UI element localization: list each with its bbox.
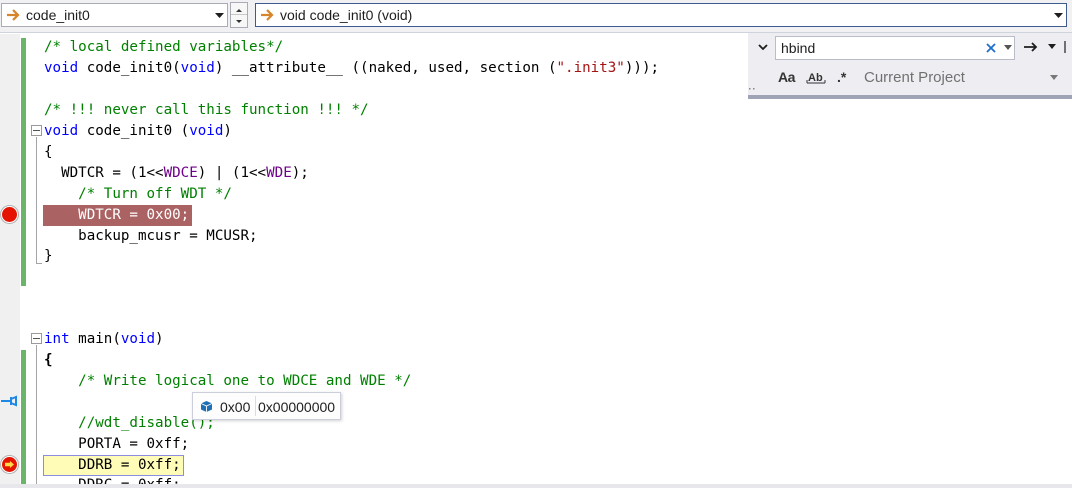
code-line-17[interactable]: { (44, 350, 53, 371)
collapse-main-toggle[interactable] (31, 333, 42, 344)
pin-icon[interactable] (0, 394, 18, 408)
breakpoint-current-icon[interactable] (1, 456, 18, 473)
outline-guide-end (36, 263, 42, 264)
find-widget: Aa Ab .* Current Project (748, 33, 1072, 99)
outline-guide (36, 137, 37, 263)
datatip-value[interactable]: 0x00000000 (258, 399, 335, 415)
caret-down-icon (236, 20, 242, 23)
find-next-arrow-icon[interactable] (1023, 41, 1039, 53)
comment: /* local defined variables*/ (44, 39, 284, 55)
chevron-down-icon (215, 13, 224, 18)
collapse-code_init0-toggle[interactable] (31, 125, 42, 136)
code-text: main( (69, 331, 121, 347)
datatip-separator (255, 396, 256, 416)
find-input-box[interactable] (775, 36, 1015, 60)
scope-dropdown-label: code_init0 (26, 7, 90, 23)
code-text: WDTCR = 0x00; (44, 207, 190, 223)
code-text: PORTA = 0xff; (44, 436, 190, 452)
keyword: void (120, 331, 156, 347)
code-line-6[interactable]: { (44, 142, 53, 163)
comment: /* Turn off WDT */ (44, 186, 232, 202)
comment: //wdt_disable(); (44, 415, 215, 431)
code-text: WDTCR = (1<< (44, 165, 164, 181)
outline-guide (36, 345, 37, 488)
glyph-margin[interactable] (0, 34, 20, 488)
keyword: void (189, 123, 224, 139)
code-text: ) __attribute__ ((naked, used, section ( (214, 60, 557, 76)
string-literal: ".init3" (556, 60, 625, 76)
code-line-18[interactable]: /* Write logical one to WDCE and WDE */ (44, 371, 411, 392)
clear-icon[interactable] (984, 41, 998, 55)
datatip-name: 0x00 (220, 399, 251, 415)
member-dropdown[interactable]: void code_init0 (void) (255, 3, 1067, 27)
code-line-11[interactable]: } (44, 246, 53, 267)
code-line-9[interactable]: WDTCR = 0x00; (44, 205, 189, 226)
code-line-7[interactable]: WDTCR = (1<<WDCE) | (1<<WDE); (44, 163, 309, 184)
identifier: code_init0( (78, 60, 181, 76)
macro: WDE (266, 165, 292, 181)
scope-dropdown[interactable]: code_init0 (1, 3, 228, 27)
keyword: void (180, 60, 215, 76)
change-bar (21, 350, 26, 488)
code-text: ) (223, 123, 232, 139)
overflow-icon[interactable] (1061, 39, 1069, 55)
code-line-21[interactable]: PORTA = 0xff; (44, 434, 189, 455)
code-text: code_init0 ( (78, 123, 190, 139)
code-text: ); (291, 165, 309, 181)
debugger-datatip[interactable]: 0x00 0x00000000 (192, 392, 341, 420)
chevron-down-icon (1054, 13, 1063, 18)
match-whole-word-icon[interactable]: Ab (806, 69, 826, 85)
breakpoint-icon[interactable] (1, 206, 18, 223)
code-text: ) | (1<< (197, 165, 267, 181)
expand-replace-chevron-icon[interactable] (757, 41, 769, 53)
value-cube-icon (200, 401, 213, 412)
code-line-5[interactable]: void code_init0 (void) (44, 121, 232, 142)
use-regex-toggle[interactable]: .* (837, 69, 846, 85)
code-text: ))); (624, 60, 660, 76)
horizontal-scrollbar[interactable] (0, 484, 1072, 488)
resize-grip-icon[interactable] (748, 83, 758, 93)
keyword: void (44, 123, 79, 139)
keyword: void (44, 60, 79, 76)
macro: WDCE (163, 165, 198, 181)
spinner-down-button[interactable] (231, 15, 247, 27)
code-editor[interactable]: /* local defined variables*/ void code_i… (0, 34, 1072, 488)
svg-text:Ab: Ab (808, 72, 823, 84)
arrow-right-icon (7, 9, 20, 21)
code-line-10[interactable]: backup_mcusr = MCUSR; (44, 226, 258, 247)
code-line-16[interactable]: int main(void) (44, 329, 164, 350)
keyword: int (44, 331, 70, 347)
navigation-bar: code_init0 void code_init0 (void) (0, 0, 1072, 33)
code-text: { (44, 352, 53, 368)
code-text: { (44, 144, 53, 160)
code-text: ) (155, 331, 164, 347)
member-dropdown-label: void code_init0 (void) (280, 7, 413, 23)
code-text: backup_mcusr = MCUSR; (44, 228, 258, 244)
code-line-22[interactable]: DDRB = 0xff; (44, 455, 181, 476)
code-line-20[interactable]: //wdt_disable(); (44, 413, 215, 434)
comment: /* !!! never call this function !!! */ (44, 102, 369, 118)
nav-spinner[interactable] (230, 2, 248, 28)
code-text: } (44, 248, 53, 264)
chevron-down-icon[interactable] (1004, 45, 1012, 51)
find-input[interactable] (781, 40, 971, 56)
arrow-right-icon (261, 9, 274, 21)
change-bar (21, 38, 26, 286)
code-line-4[interactable]: /* !!! never call this function !!! */ (44, 100, 369, 121)
code-text: DDRB = 0xff; (44, 457, 181, 473)
code-line-2[interactable]: void code_init0(void) __attribute__ ((na… (44, 58, 659, 79)
search-scope-dropdown[interactable]: Current Project (864, 69, 965, 86)
code-line-8[interactable]: /* Turn off WDT */ (44, 184, 232, 205)
code-line-1[interactable]: /* local defined variables*/ (44, 37, 283, 58)
comment: /* Write logical one to WDCE and WDE */ (44, 373, 412, 389)
chevron-down-icon[interactable] (1050, 75, 1058, 81)
spinner-up-button[interactable] (231, 3, 247, 15)
match-case-toggle[interactable]: Aa (778, 69, 795, 85)
chevron-down-icon[interactable] (1048, 44, 1056, 50)
